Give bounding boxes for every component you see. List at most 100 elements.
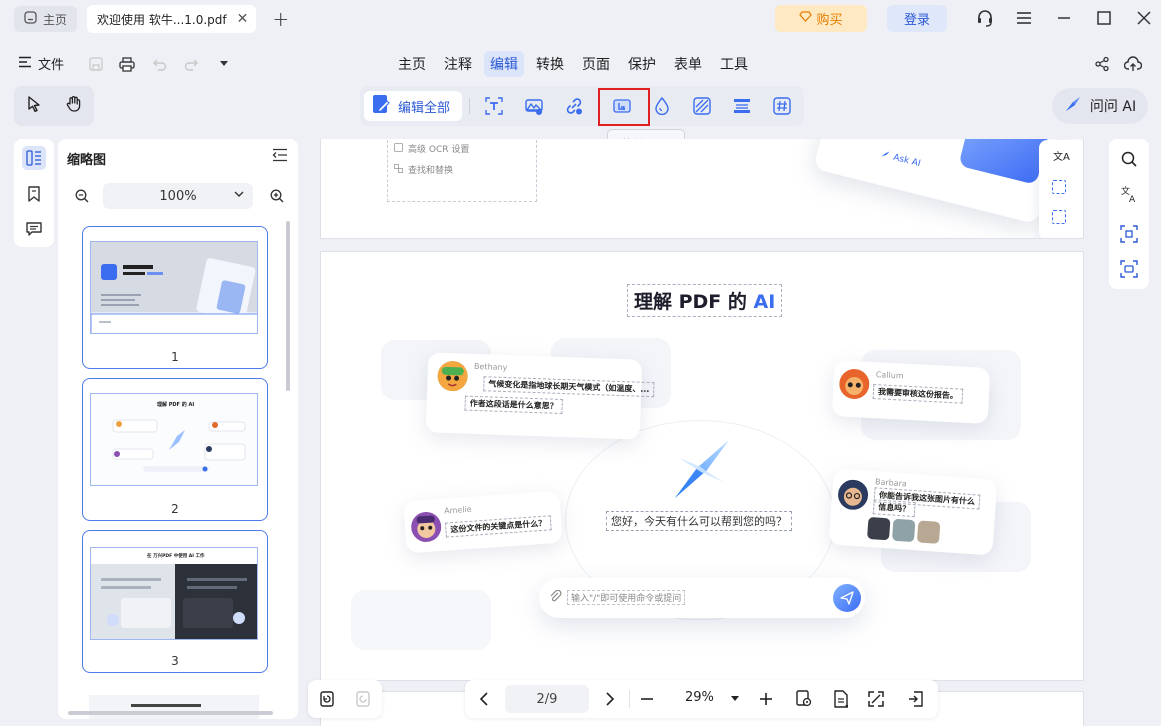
close-window-icon[interactable] xyxy=(1134,8,1154,28)
buy-button[interactable]: 购买 xyxy=(775,5,867,32)
menu-bar: 文件 主页 注释 编辑 转换 页面 保护 表单 工具 xyxy=(0,48,1161,80)
header-footer-icon[interactable] xyxy=(732,96,752,116)
bottom-left-tools xyxy=(308,680,382,718)
page-layout-icon[interactable] xyxy=(831,689,851,709)
screen-capture-icon[interactable] xyxy=(1117,257,1141,281)
tab-page[interactable]: 页面 xyxy=(576,51,616,77)
page-number-input[interactable]: 2/9 xyxy=(505,685,589,713)
tab-tools[interactable]: 工具 xyxy=(714,51,754,77)
thumbnail-scrollbar-vertical[interactable] xyxy=(286,221,290,391)
thumbnail-page-2[interactable]: 理解 PDF 的 AI 2 xyxy=(82,378,268,521)
tab-home[interactable]: 主页 xyxy=(14,6,78,32)
selection-tools xyxy=(14,86,94,126)
find-replace-text: 查找和替换 xyxy=(408,166,454,176)
zoom-out-page-icon[interactable] xyxy=(637,689,657,709)
headset-icon[interactable] xyxy=(975,8,995,28)
file-menu[interactable]: 文件 xyxy=(18,54,64,73)
comment-icon[interactable] xyxy=(22,217,46,241)
document-canvas[interactable]: 高级 OCR 设置 查找和替换 Ask AI 文A 文A xyxy=(304,139,1100,726)
bates-number-icon[interactable] xyxy=(772,96,792,116)
thumbnail-page-4-partial[interactable] xyxy=(89,695,259,719)
page-action-icon-disabled[interactable] xyxy=(353,689,373,709)
thumbnail-zoom-controls: 100% xyxy=(74,183,294,211)
thumbnail-page-3[interactable]: 在 万兴PDF 中使用 AI 工作 3 xyxy=(82,530,268,673)
tab-edit[interactable]: 编辑 xyxy=(484,51,524,77)
zoom-dropdown-icon[interactable] xyxy=(725,689,745,709)
ocr-scan-icon[interactable] xyxy=(1117,222,1141,246)
document-page-2: 理解 PDF 的 AI Bethany 气候变化是指地球长期天气模式（如温度、.… xyxy=(320,251,1084,681)
thumbnail-image-2: 理解 PDF 的 AI xyxy=(90,393,258,486)
hamburger-menu-icon[interactable] xyxy=(1014,8,1034,28)
chat-bubble-amelie: Amelie 这份文件的关键点是什么？ xyxy=(403,490,563,554)
ask-ai-chip: Ask AI xyxy=(879,149,922,170)
collapse-panel-icon[interactable] xyxy=(272,148,288,166)
tab-home-menu[interactable]: 主页 xyxy=(392,51,432,77)
select-cursor-icon[interactable] xyxy=(25,95,43,117)
hand-tool-icon[interactable] xyxy=(65,95,83,117)
thumbnail-3-title: 在 万兴PDF 中使用 AI 工作 xyxy=(147,552,205,559)
attach-icon xyxy=(549,589,563,608)
page-2-heading-text: 理解 PDF 的 xyxy=(634,291,747,313)
add-text-icon[interactable] xyxy=(484,96,504,116)
edit-all-label: 编辑全部 xyxy=(398,100,451,116)
tab-document-label: 欢迎使用 软牛...1.0.pdf xyxy=(97,12,227,27)
add-image-icon[interactable] xyxy=(524,96,544,116)
bethany-message-1: 气候变化是指地球长期天气模式（如温度、... xyxy=(483,376,655,398)
bookmark-icon[interactable] xyxy=(22,182,46,206)
next-page-icon[interactable] xyxy=(600,689,620,709)
zoom-in-icon[interactable] xyxy=(270,189,284,207)
thumbnail-panel-title: 缩略图 xyxy=(67,153,107,168)
thumbnail-page-1[interactable]: 1 xyxy=(82,226,268,369)
ask-ai-label: 问问 AI xyxy=(1089,99,1137,115)
quick-access-dropdown-icon[interactable] xyxy=(215,55,233,73)
add-link-icon[interactable] xyxy=(564,96,584,116)
maximize-icon[interactable] xyxy=(1094,8,1114,28)
crop-page-highlight xyxy=(598,88,650,126)
edit-all-button[interactable]: 编辑全部 xyxy=(364,91,462,121)
home-icon xyxy=(24,11,37,27)
ocr-settings-text: 高级 OCR 设置 xyxy=(408,145,470,155)
barbara-message-2: 信息吗？ xyxy=(872,499,916,518)
view-mode-icon[interactable] xyxy=(794,689,814,709)
exit-fit-icon[interactable] xyxy=(906,689,926,709)
new-tab-icon[interactable]: + xyxy=(272,7,289,31)
image-thumb-3 xyxy=(916,520,941,544)
close-tab-icon[interactable]: ✕ xyxy=(237,11,249,27)
chevron-down-icon xyxy=(233,188,245,204)
thumbnail-scrollbar-horizontal[interactable] xyxy=(68,711,273,715)
thumbnail-panel: 缩略图 100% 1 理解 PDF 的 AI 2 在 万兴PDF 中使用 AI … xyxy=(58,139,298,719)
rotate-page-icon[interactable] xyxy=(317,689,337,709)
image-thumb-1 xyxy=(867,516,891,541)
thumbnail-zoom-value: 100% xyxy=(159,188,197,204)
tab-document[interactable]: 欢迎使用 软牛...1.0.pdf ✕ xyxy=(87,5,257,33)
undo-icon[interactable] xyxy=(150,55,168,73)
translate-icon[interactable]: 文A xyxy=(1117,182,1141,206)
floating-ui-card: Ask AI 文A xyxy=(813,139,1063,225)
zoom-in-page-icon[interactable] xyxy=(756,689,776,709)
watermark-icon[interactable] xyxy=(652,96,672,116)
tab-form[interactable]: 表单 xyxy=(668,51,708,77)
redo-icon[interactable] xyxy=(182,55,200,73)
tab-protect[interactable]: 保护 xyxy=(622,51,662,77)
thumbnail-image-3: 在 万兴PDF 中使用 AI 工作 xyxy=(90,547,258,640)
search-icon[interactable] xyxy=(1117,147,1141,171)
print-icon[interactable] xyxy=(118,55,136,73)
thumbnails-panel-icon[interactable] xyxy=(22,146,46,170)
fullscreen-icon[interactable] xyxy=(866,689,886,709)
thumbnail-zoom-select[interactable]: 100% xyxy=(103,183,253,209)
save-icon[interactable] xyxy=(87,55,105,73)
cloud-upload-icon[interactable] xyxy=(1124,55,1142,73)
share-icon[interactable] xyxy=(1093,55,1111,73)
ask-ai-button[interactable]: 问问 AI xyxy=(1052,88,1148,124)
page-zoom-value[interactable]: 29% xyxy=(685,690,714,705)
tab-annotate[interactable]: 注释 xyxy=(438,51,478,77)
minimize-icon[interactable] xyxy=(1054,8,1074,28)
login-button[interactable]: 登录 xyxy=(887,5,947,32)
zoom-out-icon[interactable] xyxy=(75,189,89,207)
tab-home-label: 主页 xyxy=(43,12,68,27)
background-icon[interactable] xyxy=(692,96,712,116)
ai-chat-input: 输入"/"即可使用命令或提问 xyxy=(539,578,865,618)
tab-convert[interactable]: 转换 xyxy=(530,51,570,77)
floating-capture-icon xyxy=(1052,210,1066,224)
previous-page-icon[interactable] xyxy=(474,689,494,709)
